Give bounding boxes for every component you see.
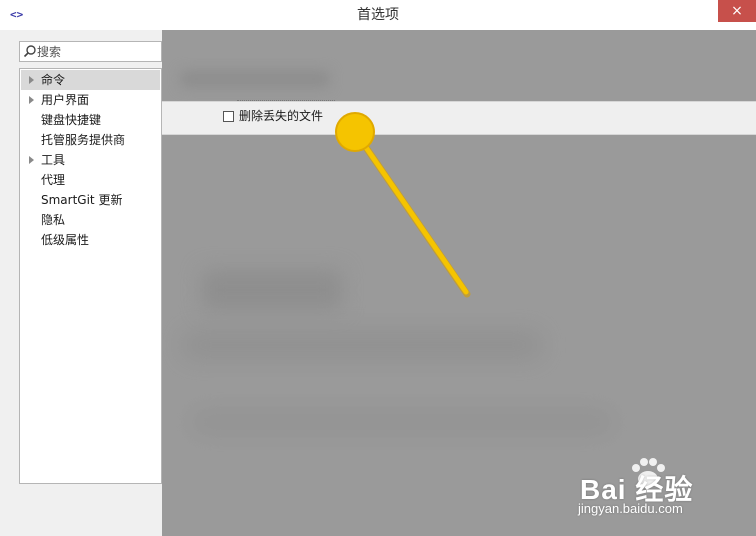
nav-item-proxy[interactable]: 代理: [21, 170, 160, 190]
search-icon: [23, 45, 36, 58]
expand-arrow-icon[interactable]: [29, 96, 34, 104]
delete-missing-files-label: 删除丢失的文件: [239, 109, 324, 123]
window-title: 首选项: [357, 7, 399, 23]
watermark-url: jingyan.baidu.com: [578, 501, 683, 516]
nav-item-hosting-providers[interactable]: 托管服务提供商: [21, 130, 160, 150]
nav-item-low-level-properties[interactable]: 低级属性: [21, 230, 160, 250]
nav-item-label: 命令: [41, 73, 66, 87]
blurred-text: [182, 330, 542, 360]
blurred-text: [202, 270, 342, 310]
expand-arrow-icon[interactable]: [29, 76, 34, 84]
nav-item-label: 代理: [41, 173, 66, 187]
visible-option-strip: 删除丢失的文件: [162, 100, 756, 135]
baidu-watermark: Bai 经验 jingyan.baidu.com: [574, 456, 734, 520]
close-button[interactable]: ×: [718, 0, 756, 22]
nav-item-keyboard-shortcuts[interactable]: 键盘快捷键: [21, 110, 160, 130]
nav-item-label: 隐私: [41, 213, 66, 227]
blurred-text: [192, 410, 612, 434]
nav-item-smartgit-updates[interactable]: SmartGit 更新: [21, 190, 160, 210]
nav-item-label: SmartGit 更新: [41, 193, 123, 207]
delete-missing-files-checkbox[interactable]: [223, 111, 234, 122]
nav-item-label: 键盘快捷键: [41, 113, 102, 127]
nav-item-label: 工具: [41, 153, 66, 167]
search-box[interactable]: [19, 41, 162, 62]
expand-arrow-icon[interactable]: [29, 156, 34, 164]
nav-item-label: 低级属性: [41, 233, 90, 247]
nav-item-privacy[interactable]: 隐私: [21, 210, 160, 230]
nav-item-user-interface[interactable]: 用户界面: [21, 90, 160, 110]
title-bar: <> 首选项 ×: [0, 0, 756, 30]
blurred-text: [180, 70, 330, 88]
nav-item-label: 托管服务提供商: [41, 133, 126, 147]
nav-item-tools[interactable]: 工具: [21, 150, 160, 170]
nav-item-commands[interactable]: 命令: [21, 70, 160, 90]
preferences-nav-tree: 命令 用户界面 键盘快捷键 托管服务提供商 工具 代理 SmartGit 更新 …: [19, 68, 162, 484]
search-input[interactable]: [37, 43, 157, 60]
focus-outline: [237, 100, 335, 101]
nav-item-label: 用户界面: [41, 93, 90, 107]
